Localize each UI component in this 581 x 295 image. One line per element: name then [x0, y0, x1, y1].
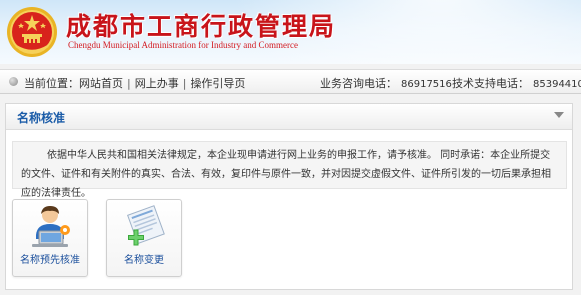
- tile-label: 名称变更: [124, 255, 164, 266]
- breadcrumb: 当前位置：网站首页 | 网上办事 | 操作引导页: [24, 75, 245, 91]
- header-banner: 成都市工商行政管理局 Chengdu Municipal Administrat…: [0, 0, 581, 64]
- business-phone: 业务咨询电话： 86917516: [320, 75, 452, 91]
- name-pre-approval-button[interactable]: 名称预先核准: [12, 199, 88, 277]
- location-bullet-icon: [9, 77, 18, 86]
- business-phone-number: 86917516: [401, 79, 452, 90]
- name-change-button[interactable]: 名称变更: [106, 199, 182, 277]
- document-add-icon: [127, 205, 165, 246]
- site-title: 成都市工商行政管理局: [66, 12, 337, 41]
- tech-support-phone: 技术支持电话： 85394410: [452, 75, 581, 91]
- tech-phone-label: 技术支持电话：: [452, 77, 529, 90]
- tech-phone-number: 85394410: [533, 79, 581, 90]
- breadcrumb-online-service-link[interactable]: 网上办事: [135, 75, 179, 91]
- breadcrumb-separator: |: [182, 77, 187, 90]
- panel-header: 名称核准: [6, 104, 572, 130]
- panel-title: 名称核准: [17, 111, 66, 125]
- breadcrumb-separator: |: [127, 77, 131, 90]
- breadcrumb-home-link[interactable]: 网站首页: [79, 75, 123, 91]
- site-subtitle: Chengdu Municipal Administration for Ind…: [68, 40, 298, 50]
- business-phone-label: 业务咨询电话：: [320, 77, 397, 90]
- person-at-computer-icon: [32, 206, 70, 247]
- tile-label: 名称预先核准: [20, 255, 80, 266]
- collapse-arrow-icon[interactable]: [554, 112, 564, 118]
- legal-notice-text: 依据中华人民共和国相关法律规定，本企业现申请进行网上业务的申报工作，请予核准。 …: [12, 141, 567, 199]
- location-bar: 当前位置：网站首页 | 网上办事 | 操作引导页 业务咨询电话： 86917516 技术支…: [0, 69, 581, 94]
- breadcrumb-label: 当前位置：: [24, 77, 79, 90]
- breadcrumb-current-page: 操作引导页: [190, 77, 246, 90]
- name-approval-panel: 名称核准 依据中华人民共和国相关法律规定，本企业现申请进行网上业务的申报工作，请…: [5, 103, 573, 290]
- national-emblem-icon: [7, 7, 57, 57]
